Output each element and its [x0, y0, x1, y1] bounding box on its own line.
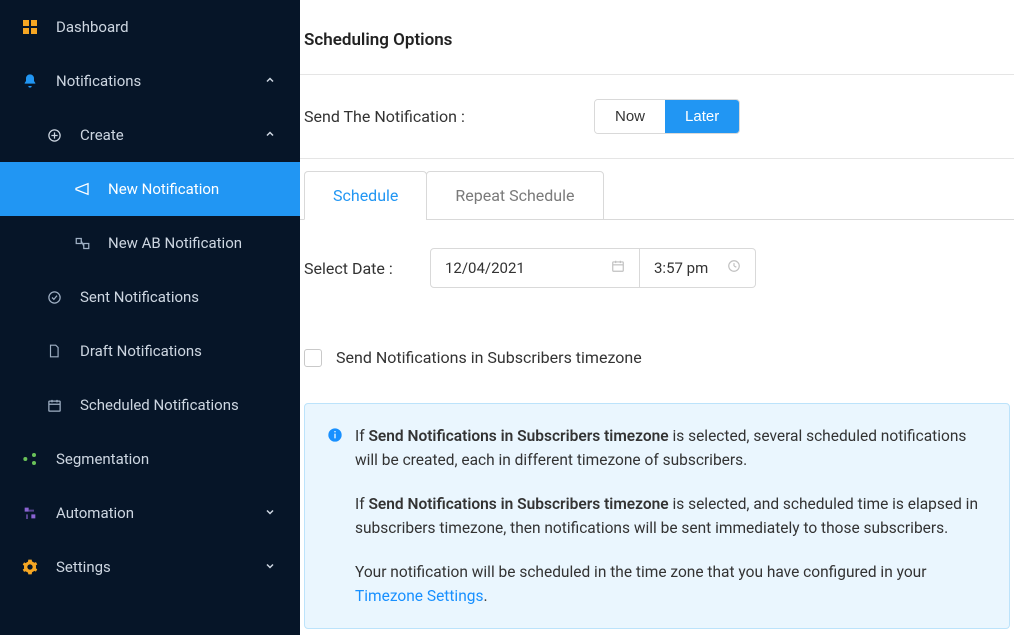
sidebar-item-scheduled-notifications[interactable]: Scheduled Notifications [0, 378, 300, 432]
time-input[interactable]: 3:57 pm [640, 248, 756, 288]
checkbox-label: Send Notifications in Subscribers timezo… [336, 348, 642, 367]
sidebar-item-label: New Notification [108, 180, 278, 198]
main-content: Scheduling Options Send The Notification… [300, 0, 1024, 635]
send-later-button[interactable]: Later [665, 100, 739, 133]
check-circle-icon [46, 289, 62, 305]
info-paragraph: If Send Notifications in Subscribers tim… [355, 424, 987, 472]
sidebar-item-label: Sent Notifications [80, 288, 278, 306]
info-paragraph: Your notification will be scheduled in t… [355, 560, 987, 608]
send-notification-row: Send The Notification : Now Later [300, 75, 1014, 159]
gear-icon [22, 559, 38, 575]
select-date-label: Select Date : [304, 259, 430, 278]
ab-test-icon [74, 235, 90, 251]
section-title: Scheduling Options [300, 28, 1014, 75]
sidebar-item-notifications[interactable]: Notifications [0, 54, 300, 108]
clock-icon [727, 259, 741, 277]
automation-icon [22, 505, 38, 521]
checkbox[interactable] [304, 349, 322, 367]
subscriber-timezone-checkbox-row[interactable]: Send Notifications in Subscribers timezo… [304, 348, 1010, 367]
sidebar-item-label: Create [80, 126, 264, 144]
sidebar-item-automation[interactable]: Automation [0, 486, 300, 540]
sidebar-item-create[interactable]: Create [0, 108, 300, 162]
info-paragraph: If Send Notifications in Subscribers tim… [355, 492, 987, 540]
sidebar-item-label: Scheduled Notifications [80, 396, 278, 414]
sidebar-item-label: Notifications [56, 72, 264, 90]
sidebar: Dashboard Notifications Create New Notif… [0, 0, 300, 635]
sidebar-item-label: New AB Notification [108, 234, 278, 252]
sidebar-item-new-ab-notification[interactable]: New AB Notification [0, 216, 300, 270]
info-box: If Send Notifications in Subscribers tim… [304, 403, 1010, 629]
send-toggle-group: Now Later [594, 99, 740, 134]
sidebar-item-segmentation[interactable]: Segmentation [0, 432, 300, 486]
calendar-icon [611, 259, 625, 277]
tabs: Schedule Repeat Schedule [300, 159, 1014, 220]
tab-schedule[interactable]: Schedule [304, 171, 427, 220]
plus-circle-icon [46, 127, 62, 143]
date-input[interactable]: 12/04/2021 [430, 248, 640, 288]
sidebar-item-label: Segmentation [56, 450, 278, 468]
sidebar-item-label: Draft Notifications [80, 342, 278, 360]
chevron-up-icon [264, 72, 278, 90]
document-icon [46, 343, 62, 359]
date-value: 12/04/2021 [445, 259, 525, 277]
tab-content: Select Date : 12/04/2021 3:57 pm Send No… [300, 219, 1014, 629]
info-body: If Send Notifications in Subscribers tim… [355, 424, 987, 608]
sidebar-item-dashboard[interactable]: Dashboard [0, 0, 300, 54]
tab-repeat-schedule[interactable]: Repeat Schedule [426, 171, 603, 220]
nodes-icon [22, 451, 38, 467]
dashboard-icon [22, 19, 38, 35]
sidebar-item-draft-notifications[interactable]: Draft Notifications [0, 324, 300, 378]
select-date-row: Select Date : 12/04/2021 3:57 pm [304, 248, 1010, 288]
chevron-down-icon [264, 558, 278, 576]
megaphone-icon [74, 181, 90, 197]
time-value: 3:57 pm [654, 259, 708, 277]
send-now-button[interactable]: Now [595, 100, 665, 133]
timezone-settings-link[interactable]: Timezone Settings [355, 587, 483, 605]
sidebar-item-label: Settings [56, 558, 264, 576]
send-notification-label: Send The Notification : [304, 107, 594, 126]
sidebar-item-sent-notifications[interactable]: Sent Notifications [0, 270, 300, 324]
chevron-down-icon [264, 504, 278, 522]
bell-icon [22, 73, 38, 89]
sidebar-item-settings[interactable]: Settings [0, 540, 300, 594]
sidebar-item-label: Automation [56, 504, 264, 522]
sidebar-item-label: Dashboard [56, 18, 278, 36]
sidebar-item-new-notification[interactable]: New Notification [0, 162, 300, 216]
chevron-up-icon [264, 126, 278, 144]
calendar-icon [46, 397, 62, 413]
info-icon [327, 426, 343, 450]
